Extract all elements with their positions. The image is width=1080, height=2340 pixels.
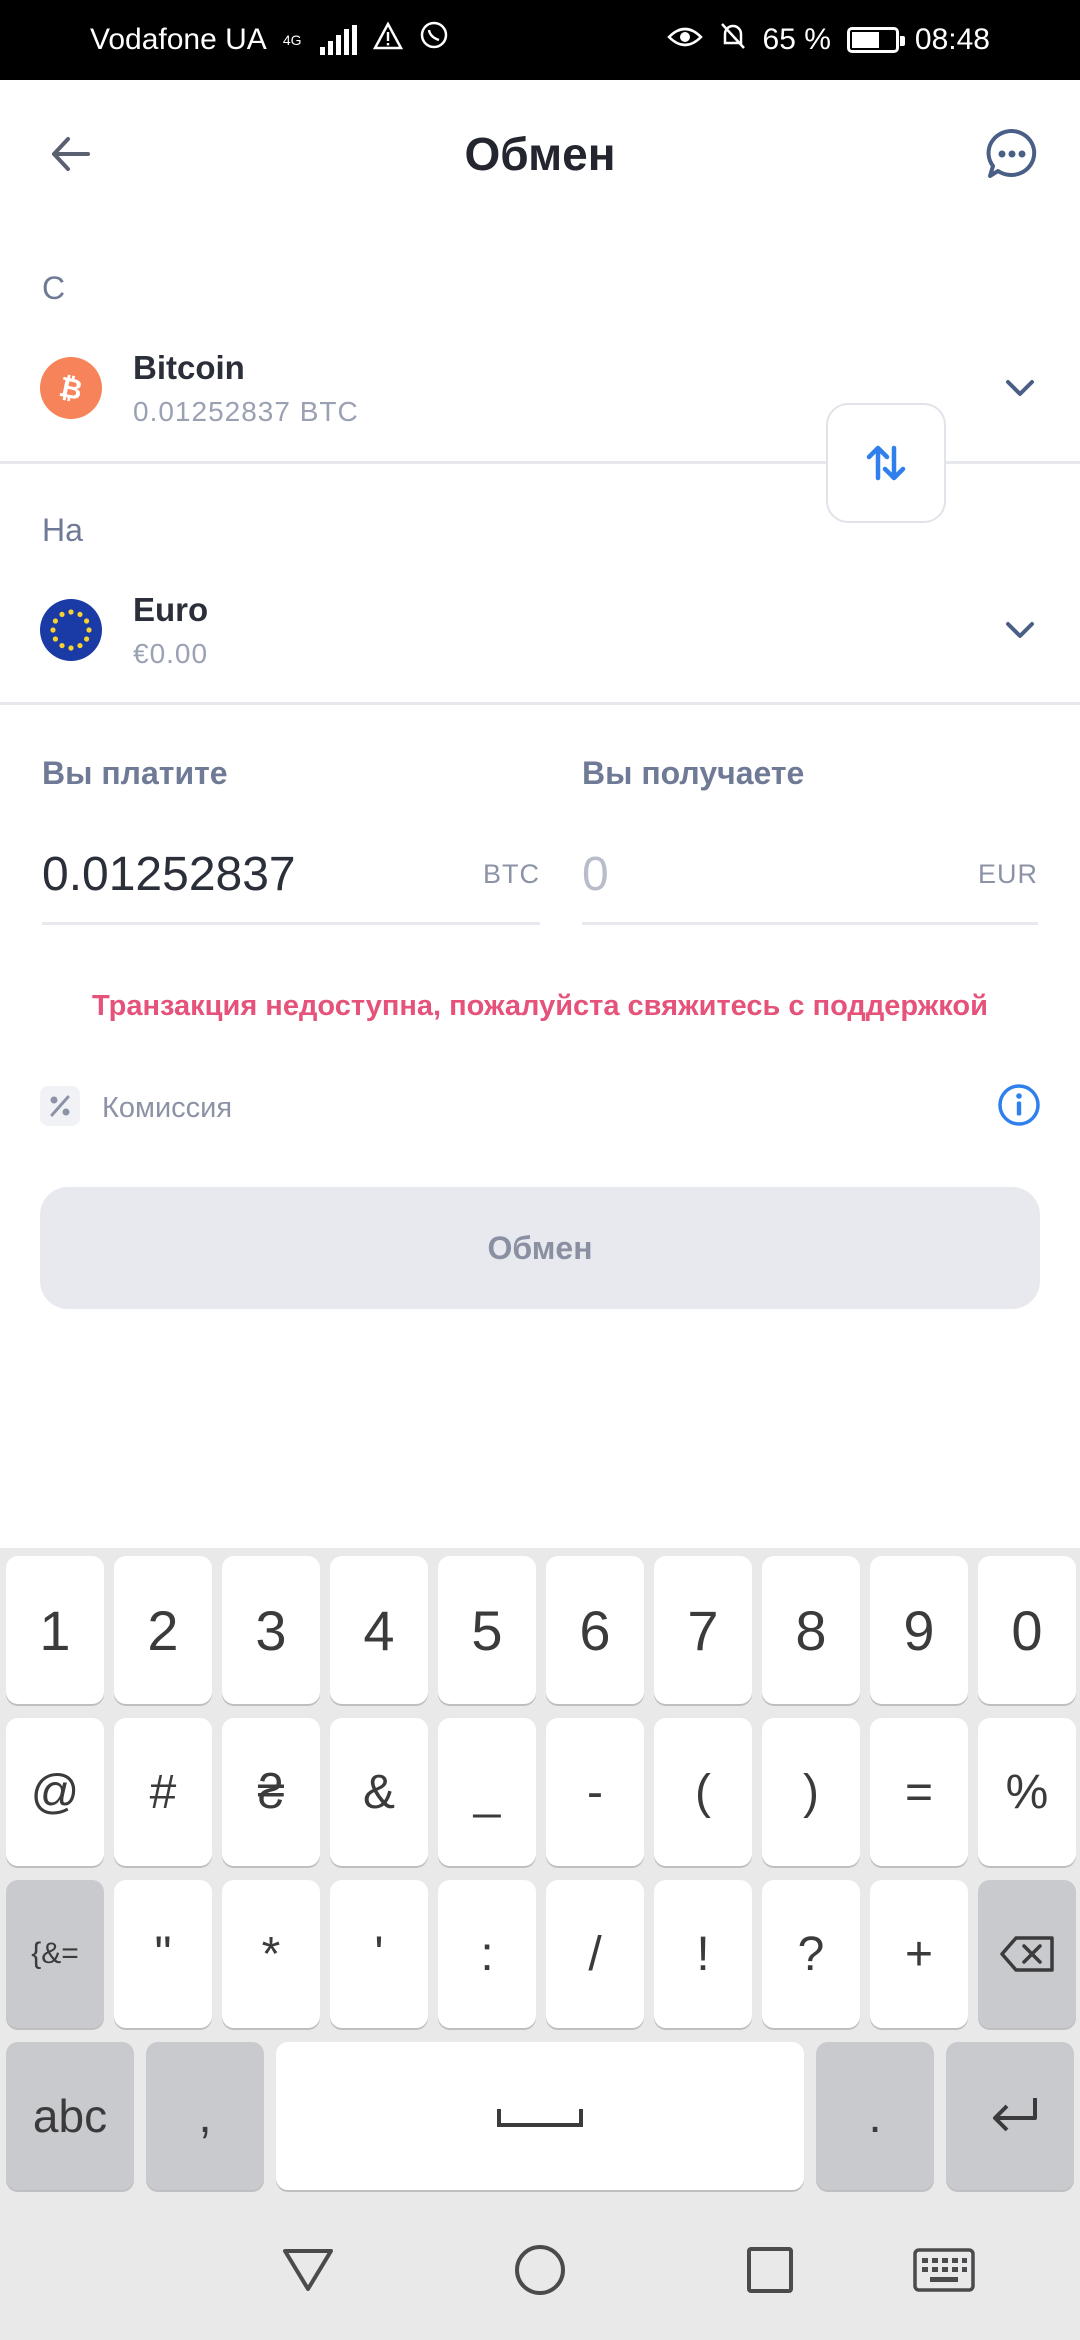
triangle-back-icon (283, 2249, 333, 2291)
key-symbol[interactable]: / (546, 1880, 644, 2028)
warning-icon (372, 21, 403, 58)
receive-amount-input[interactable]: 0 EUR (582, 835, 1038, 925)
to-label: На (42, 512, 83, 548)
eu-flag-icon (40, 599, 102, 661)
app-header: Обмен (0, 80, 1080, 228)
key-symbol[interactable]: # (114, 1718, 212, 1866)
info-icon[interactable] (996, 1082, 1042, 1128)
viber-icon (419, 21, 449, 59)
key-symbol[interactable]: - (546, 1718, 644, 1866)
key-7[interactable]: 8 (762, 1556, 860, 1704)
from-currency-name: Bitcoin (133, 349, 245, 386)
signal-icon (319, 25, 357, 55)
key-5[interactable]: 6 (546, 1556, 644, 1704)
eye-comfort-icon (666, 23, 703, 57)
mute-bell-icon (719, 21, 747, 59)
key-symbol[interactable]: ( (654, 1718, 752, 1866)
circle-home-icon (515, 2245, 565, 2295)
square-recents-icon (747, 2247, 793, 2293)
key-8[interactable]: 9 (870, 1556, 968, 1704)
key-symbol[interactable]: & (330, 1718, 428, 1866)
pay-label: Вы платите (42, 755, 228, 791)
fee-label: Комиссия (102, 1092, 233, 1124)
chat-bubble-icon (986, 128, 1037, 178)
keyboard-icon (913, 2248, 975, 2292)
backspace-key[interactable] (978, 1880, 1076, 2028)
key-symbol[interactable]: % (978, 1718, 1076, 1866)
pay-amount-input[interactable]: 0.01252837 BTC (42, 835, 540, 925)
support-chat-button[interactable] (980, 122, 1044, 186)
clock: 08:48 (914, 23, 990, 56)
network-type: 4G (282, 32, 302, 48)
battery-icon (846, 27, 905, 53)
key-9[interactable]: 0 (978, 1556, 1076, 1704)
key-4[interactable]: 5 (438, 1556, 536, 1704)
to-currency-balance: €0.00 (133, 638, 209, 669)
status-bar: Vodafone UA 4G 65 % 08:48 (0, 0, 1080, 80)
numeric-keyboard: 1 2 3 4 5 6 7 8 9 0 @ # ₴ & _ -() =% {&= " * ': /!? + abc,. (0, 1548, 1080, 2200)
pay-amount-value: 0.01252837 (42, 848, 296, 901)
key-symbol[interactable]: * (222, 1880, 320, 2028)
svg-text:₿: ₿ (57, 371, 86, 405)
receive-amount-placeholder: 0 (582, 848, 609, 901)
to-currency-name: Euro (133, 591, 209, 628)
arrow-left-icon (52, 137, 90, 171)
to-currency-selector[interactable]: Euro €0.00 (0, 570, 1080, 690)
percent-icon (40, 1086, 80, 1126)
key-6[interactable]: 7 (654, 1556, 752, 1704)
space-key[interactable] (276, 2042, 804, 2190)
key-symbol[interactable]: : (438, 1880, 536, 2028)
battery-percent: 65 % (762, 23, 831, 56)
back-button[interactable] (40, 124, 100, 184)
from-label: С (42, 270, 66, 306)
nav-home-button[interactable] (510, 2240, 570, 2300)
key-symbol[interactable]: @ (6, 1718, 104, 1866)
bitcoin-icon: ₿ (40, 357, 102, 419)
key-symbol[interactable]: ' (330, 1880, 428, 2028)
key-3[interactable]: 4 (330, 1556, 428, 1704)
swap-currencies-button[interactable] (826, 403, 946, 523)
key-symbol[interactable]: " (114, 1880, 212, 2028)
backspace-icon (1000, 1936, 1054, 1972)
nav-keyboard-button[interactable] (912, 2240, 976, 2300)
swap-arrows-icon (866, 445, 906, 481)
comma-key[interactable]: , (146, 2042, 264, 2190)
pay-unit: BTC (483, 859, 540, 889)
receive-unit: EUR (977, 859, 1038, 889)
enter-key[interactable] (946, 2042, 1074, 2190)
key-1[interactable]: 2 (114, 1556, 212, 1704)
period-key[interactable]: . (816, 2042, 934, 2190)
exchange-button[interactable]: Обмен (40, 1187, 1040, 1309)
symbols-toggle-key[interactable]: {&= (6, 1880, 104, 2028)
key-0[interactable]: 1 (6, 1556, 104, 1704)
system-nav-bar (0, 2200, 1080, 2340)
space-icon (497, 2109, 583, 2127)
nav-back-button[interactable] (278, 2240, 338, 2300)
carrier-name: Vodafone UA (90, 23, 267, 56)
key-symbol[interactable]: ₴ (222, 1718, 320, 1866)
nav-recents-button[interactable] (740, 2240, 800, 2300)
divider (0, 702, 1080, 705)
status-right: 65 % 08:48 (666, 21, 990, 59)
key-symbol[interactable]: + (870, 1880, 968, 2028)
key-symbol[interactable]: ! (654, 1880, 752, 2028)
fee-row: Комиссия (40, 1082, 1040, 1130)
key-2[interactable]: 3 (222, 1556, 320, 1704)
key-symbol[interactable]: _ (438, 1718, 536, 1866)
enter-arrow-icon (993, 2098, 1037, 2132)
error-message: Транзакция недоступна, пожалуйста свяжит… (92, 990, 988, 1022)
key-symbol[interactable]: ) (762, 1718, 860, 1866)
from-currency-balance: 0.01252837 BTC (133, 396, 359, 427)
chevron-down-icon (1006, 380, 1034, 396)
abc-key[interactable]: abc (6, 2042, 134, 2190)
receive-label: Вы получаете (582, 755, 805, 791)
status-left: Vodafone UA 4G (90, 21, 449, 59)
key-symbol[interactable]: ? (762, 1880, 860, 2028)
chevron-down-icon (1006, 622, 1034, 638)
key-symbol[interactable]: = (870, 1718, 968, 1866)
page-title: Обмен (464, 128, 616, 180)
